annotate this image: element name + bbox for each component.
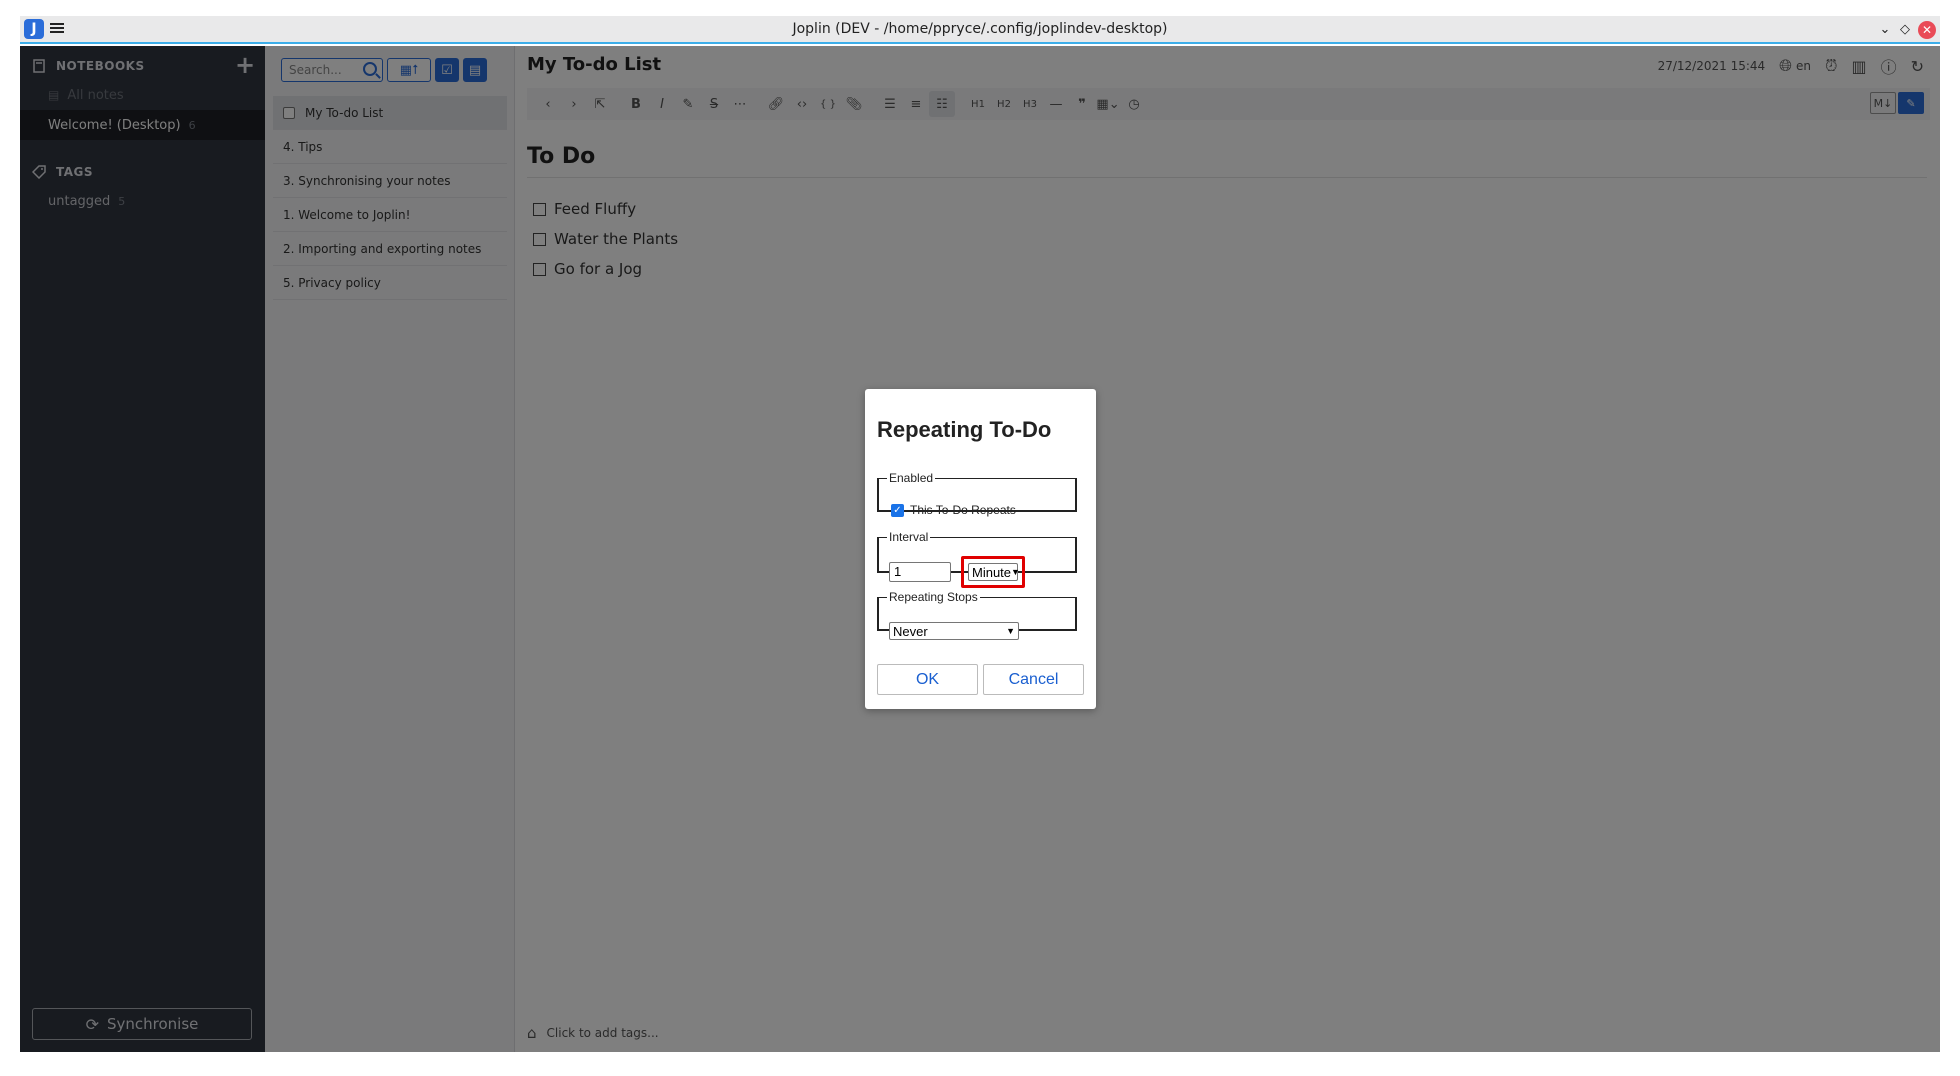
minimize-icon[interactable]: ⌄ [1876,21,1894,39]
stops-value: Never [893,623,928,639]
interval-unit-highlight: Minute ▼ [961,556,1025,588]
repeats-checkbox-row[interactable]: ✓ This To-Do Repeats [891,503,1016,517]
repeats-label: This To-Do Repeats [910,503,1016,517]
interval-unit-value: Minute [972,564,1012,580]
interval-unit-select[interactable]: Minute ▼ [968,563,1020,581]
repeats-checkbox[interactable]: ✓ [891,503,904,517]
window-titlebar: J Joplin (DEV - /home/ppryce/.config/jop… [20,16,1940,44]
enabled-legend: Enabled [889,471,934,485]
repeating-todo-dialog: Repeating To-Do Enabled ✓ This To-Do Rep… [865,389,1096,709]
interval-fieldset: Interval 1 Minute ▼ [877,530,1077,588]
repeating-stops-select[interactable]: Never ▼ [889,622,1019,640]
interval-number-input[interactable]: 1 [889,562,951,582]
maximize-icon[interactable]: ◇ [1896,21,1914,39]
chevron-down-icon: ▼ [1011,567,1020,577]
close-icon[interactable]: ✕ [1918,21,1936,39]
enabled-fieldset: Enabled ✓ This To-Do Repeats [877,471,1077,517]
interval-legend: Interval [889,530,929,544]
repeating-stops-fieldset: Repeating Stops Never ▼ [877,590,1077,640]
cancel-button[interactable]: Cancel [983,664,1084,695]
ok-button[interactable]: OK [877,664,978,695]
dialog-title: Repeating To-Do [877,417,1052,442]
window-title: Joplin (DEV - /home/ppryce/.config/jopli… [792,21,1168,37]
stops-legend: Repeating Stops [889,590,978,604]
chevron-down-icon: ▼ [1006,626,1015,636]
screen: J Joplin (DEV - /home/ppryce/.config/jop… [0,0,1960,1076]
